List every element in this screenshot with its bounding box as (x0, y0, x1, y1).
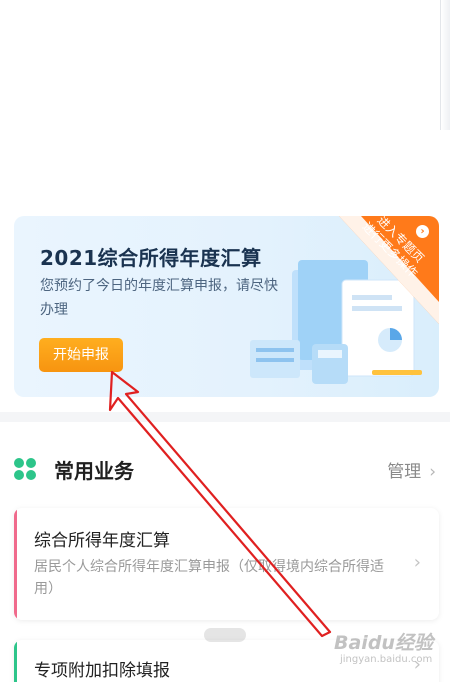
clover-icon (14, 458, 38, 482)
topic-page-ribbon[interactable]: › 进入专题页 进行更多操作 (339, 216, 439, 324)
baidu-watermark: Baidu经验 jingyan.baidu.com (334, 628, 444, 678)
manage-button[interactable]: 管理 › (387, 457, 436, 482)
common-business-header: 常用业务 管理 › (0, 440, 450, 494)
chevron-right-icon: › (429, 462, 436, 482)
section-divider (0, 412, 450, 422)
watermark-sub: jingyan.baidu.com (340, 654, 433, 665)
manage-label: 管理 (387, 462, 422, 482)
card-accent-bar (14, 508, 17, 620)
page-indicator (204, 628, 246, 642)
start-declaration-button[interactable]: 开始申报 (39, 338, 123, 372)
watermark-main: Baidu经验 (334, 632, 433, 654)
adjacent-panel-edge (440, 0, 450, 130)
chevron-right-icon: › (416, 225, 429, 238)
common-business-title: 常用业务 (54, 459, 134, 483)
card-title: 专项附加扣除填报 (34, 661, 170, 681)
banner-title: 2021综合所得年度汇算 (40, 246, 262, 270)
card-title: 综合所得年度汇算 (34, 531, 170, 551)
chevron-right-icon: › (413, 552, 421, 573)
card-accent-bar (14, 640, 17, 682)
blank-top-area (0, 0, 450, 215)
business-card-annual-settlement[interactable]: 综合所得年度汇算 居民个人综合所得年度汇算申报（仅取得境内综合所得适用） › (14, 508, 439, 620)
card-description: 居民个人综合所得年度汇算申报（仅取得境内综合所得适用） (34, 559, 384, 597)
annual-settlement-banner[interactable]: 2021综合所得年度汇算 您预约了今日的年度汇算申报，请尽快办理 开始申报 › … (14, 216, 439, 397)
